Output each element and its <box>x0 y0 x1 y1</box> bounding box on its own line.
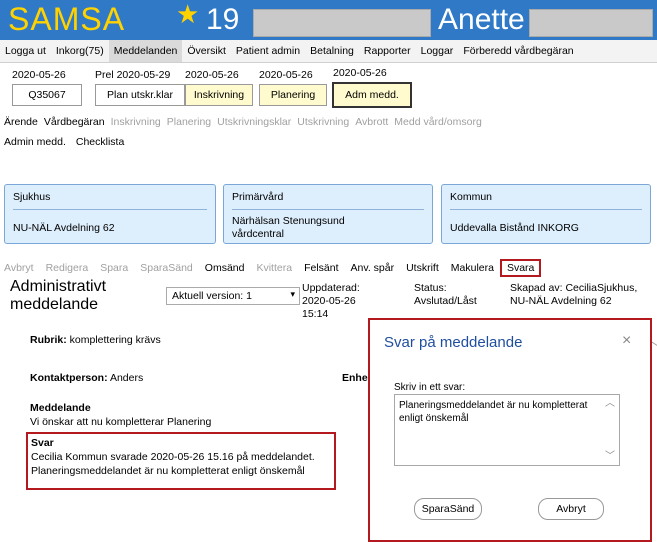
kontakt-label: Kontaktperson: <box>30 372 108 384</box>
reply-textarea-value: Planeringsmeddelandet är nu kompletterat… <box>399 400 588 424</box>
enhet-label: Enhe <box>342 372 368 384</box>
case-date: 2020-05-26 <box>12 69 66 81</box>
tb-svara[interactable]: Svara <box>499 259 542 277</box>
star-icon[interactable]: ★ <box>176 0 199 30</box>
dialog-title: Svar på meddelande <box>384 334 523 351</box>
main-menu: Logga ut Inkorg(75) Meddelanden Översikt… <box>0 40 657 63</box>
tb-omsand[interactable]: Omsänd <box>199 262 251 274</box>
card-primarvard-value: Närhälsan Stenungsund vårdcentral <box>232 215 345 240</box>
menu-meddelanden[interactable]: Meddelanden <box>108 40 183 62</box>
menu-rapporter[interactable]: Rapporter <box>359 45 416 57</box>
case-id-box[interactable]: Q35067 <box>12 84 82 106</box>
svar-line-2: Planeringsmeddelandet är nu kompletterat… <box>31 465 305 477</box>
prel-date: Prel 2020-05-29 <box>95 69 171 81</box>
admin-actions-row: Admin medd. Checklista <box>0 136 124 150</box>
card-sjukhus[interactable]: Sjukhus NU-NÄL Avdelning 62 <box>4 184 216 244</box>
meddelande-text: Vi önskar att nu kompletterar Planering <box>30 416 212 428</box>
close-icon[interactable]: × <box>622 332 631 350</box>
card-kommun[interactable]: Kommun Uddevalla Bistånd INKORG <box>441 184 651 244</box>
tb-spara: Spara <box>100 262 129 274</box>
case-actions-row: Ärende Vårdbegäran Inskrivning Planering… <box>0 116 482 130</box>
action-utskrivning: Utskrivning <box>297 116 350 128</box>
tb-redigera: Redigera <box>45 262 89 274</box>
rubrik-label: Rubrik: <box>30 334 67 346</box>
inskrivning-date: 2020-05-26 <box>185 69 239 81</box>
menu-forberedd-vardbegaran[interactable]: Förberedd vårdbegäran <box>458 45 578 57</box>
reply-textarea[interactable]: Planeringsmeddelandet är nu kompletterat… <box>394 394 620 466</box>
card-divider <box>13 209 207 210</box>
menu-inkorg[interactable]: Inkorg(75) <box>51 45 109 57</box>
svar-line-1: Cecilia Kommun svarade 2020-05-26 15.16 … <box>31 451 315 463</box>
message-heading: Administrativt meddelande <box>10 278 107 313</box>
card-sjukhus-title: Sjukhus <box>13 191 51 203</box>
kontakt-row: Kontaktperson: Anders <box>30 372 143 384</box>
card-kommun-title: Kommun <box>450 191 493 203</box>
meddelande-label: Meddelande <box>30 402 91 414</box>
rubrik-value: komplettering krävs <box>69 334 161 346</box>
patient-name: Anette <box>438 3 525 36</box>
card-divider <box>450 209 642 210</box>
tb-felsant[interactable]: Felsänt <box>298 262 344 274</box>
version-select[interactable]: Aktuell version: 1 ▾ <box>166 287 300 305</box>
tb-avbryt: Avbryt <box>4 262 34 274</box>
card-divider <box>232 209 424 210</box>
tab-adm-medd[interactable]: Adm medd. <box>332 82 412 108</box>
action-checklista[interactable]: Checklista <box>76 136 124 150</box>
action-medd-vard-omsorg: Medd vård/omsorg <box>394 116 482 128</box>
action-vardbegaran[interactable]: Vårdbegäran <box>44 116 105 130</box>
action-planering: Planering <box>166 116 212 128</box>
card-sjukhus-value: NU-NÄL Avdelning 62 <box>13 222 115 234</box>
rubrik-row: Rubrik: komplettering krävs <box>30 334 161 346</box>
tab-plan-utskr-klar[interactable]: Plan utskr.klar <box>95 84 185 106</box>
message-toolbar: Avbryt Redigera Spara SparaSänd Omsänd K… <box>0 258 657 278</box>
patient-id: 19 <box>206 3 240 36</box>
menu-betalning[interactable]: Betalning <box>305 45 359 57</box>
action-utskrivningsklar: Utskrivningsklar <box>217 116 292 128</box>
reply-dialog: Svar på meddelande × Skriv in ett svar: … <box>368 318 652 542</box>
scroll-up-icon[interactable]: ︿ <box>605 397 615 410</box>
card-primarvard[interactable]: Primärvård Närhälsan Stenungsund vårdcen… <box>223 184 433 244</box>
tab-planering[interactable]: Planering <box>259 84 327 106</box>
tb-anv-spar[interactable]: Anv. spår <box>345 262 401 274</box>
tb-utskrift[interactable]: Utskrift <box>400 262 445 274</box>
kontakt-value: Anders <box>109 372 144 384</box>
svar-label: Svar <box>31 437 54 449</box>
menu-patient-admin[interactable]: Patient admin <box>231 45 305 57</box>
menu-loggar[interactable]: Loggar <box>416 45 459 57</box>
cancel-button[interactable]: Avbryt <box>538 498 604 520</box>
planering-date: 2020-05-26 <box>259 69 313 81</box>
message-updated: Uppdaterad: 2020-05-26 15:14 <box>302 282 360 320</box>
version-select-value: Aktuell version: 1 <box>172 290 252 302</box>
action-arende[interactable]: Ärende <box>4 116 38 130</box>
save-send-button[interactable]: SparaSänd <box>414 498 482 520</box>
action-inskrivning: Inskrivning <box>110 116 161 128</box>
tab-inskrivning[interactable]: Inskrivning <box>185 84 253 106</box>
chevron-down-icon: ▾ <box>290 289 295 299</box>
reply-input-label: Skriv in ett svar: <box>394 382 466 393</box>
svar-section: Svar Cecilia Kommun svarade 2020-05-26 1… <box>26 432 336 490</box>
app-brand: SAMSA <box>8 1 126 37</box>
adm-date: 2020-05-26 <box>333 67 387 79</box>
tb-makulera[interactable]: Makulera <box>445 262 500 274</box>
card-kommun-value: Uddevalla Bistånd INKORG <box>450 222 579 234</box>
tb-kvittera: Kvittera <box>256 262 293 274</box>
message-status: Status: Avslutad/Låst <box>414 282 477 307</box>
tb-sparasand: SparaSänd <box>140 262 193 274</box>
message-created-by: Skapad av: CeciliaSjukhus, NU-NÄL Avdeln… <box>510 282 638 307</box>
action-avbrott: Avbrott <box>355 116 389 128</box>
redacted-patient-surname <box>529 9 653 37</box>
menu-logga-ut[interactable]: Logga ut <box>0 45 51 57</box>
redacted-patient-id <box>253 9 431 37</box>
menu-oversikt[interactable]: Översikt <box>182 45 231 57</box>
scroll-down-icon[interactable]: ﹀ <box>605 450 615 463</box>
action-admin-medd[interactable]: Admin medd. <box>4 136 66 150</box>
card-primarvard-title: Primärvård <box>232 191 284 203</box>
